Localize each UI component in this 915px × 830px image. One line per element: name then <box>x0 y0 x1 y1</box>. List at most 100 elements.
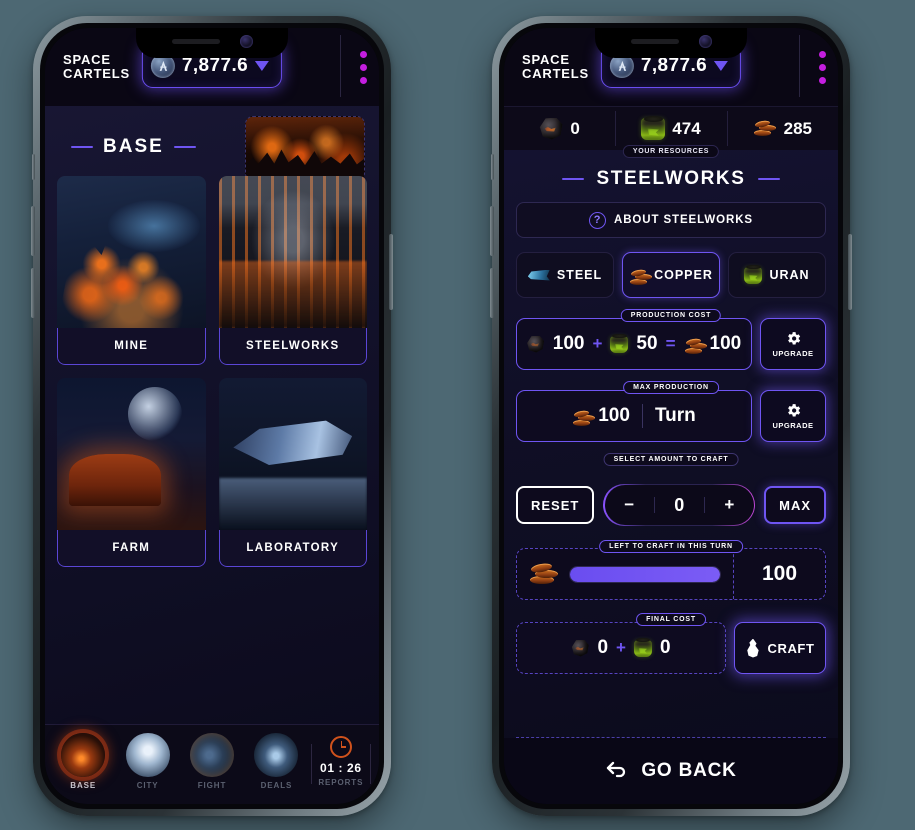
tab-copper[interactable]: COPPER <box>622 252 720 298</box>
tab-uran[interactable]: URAN <box>728 252 826 298</box>
reset-button[interactable]: RESET <box>516 486 595 524</box>
tab-steel[interactable]: STEEL <box>516 252 614 298</box>
fight-orb-icon <box>190 733 235 777</box>
app-logo: SPACE CARTELS <box>63 53 130 80</box>
final-cost-box: 0 + 0 <box>516 622 726 674</box>
cost-uranium-amount: 50 <box>636 333 658 354</box>
resource-ore[interactable]: 0 <box>504 107 615 150</box>
volume-up-button[interactable] <box>490 206 494 256</box>
nav-item-fight[interactable]: FIGHT <box>180 733 244 790</box>
tab-label: STEEL <box>556 268 603 282</box>
turn-timer: 01 : 26 <box>320 761 362 775</box>
left-to-craft-value: 100 <box>733 549 825 599</box>
screenshot-canvas: SPACE CARTELS 7,877.6 BASE MINE STEELWOR… <box>0 0 915 830</box>
building-card-steelworks[interactable]: STEELWORKS <box>218 176 367 365</box>
decrement-button[interactable]: − <box>605 495 654 515</box>
kebab-dot <box>819 50 826 58</box>
building-card-farm[interactable]: FARM <box>57 378 206 567</box>
volume-up-button[interactable] <box>31 206 35 256</box>
volume-down-button[interactable] <box>31 268 35 318</box>
phone-base-screen: SPACE CARTELS 7,877.6 BASE MINE STEELWOR… <box>31 16 393 816</box>
power-button[interactable] <box>848 234 852 310</box>
your-resources-label: YOUR RESOURCES <box>622 145 720 158</box>
screen-base: SPACE CARTELS 7,877.6 BASE MINE STEELWOR… <box>45 28 379 804</box>
base-title-text: BASE <box>103 136 164 157</box>
stepper-inner: − 0 + <box>604 485 754 525</box>
base-hero-thumbnail[interactable] <box>245 116 365 181</box>
caret-down-icon[interactable] <box>255 61 270 71</box>
copper-coins-icon <box>529 561 559 587</box>
plus-sign: + <box>592 334 603 353</box>
max-button[interactable]: MAX <box>764 486 826 524</box>
building-grid: MINE STEELWORKS FARM LABORATORY <box>57 176 367 567</box>
currency-value: 7,877.6 <box>640 55 708 76</box>
gear-icon <box>787 404 800 417</box>
uranium-barrel-icon <box>610 333 629 353</box>
nav-item-reports[interactable]: 01 : 26 REPORTS <box>309 736 373 787</box>
increment-button[interactable]: + <box>705 495 754 515</box>
steel-ingot-icon <box>527 269 550 281</box>
city-orb-icon <box>125 733 170 777</box>
question-mark-icon: ? <box>589 211 606 229</box>
upgrade-production-cost-button[interactable]: UPGRADE <box>760 318 826 370</box>
craft-button[interactable]: CRAFT <box>734 622 826 674</box>
steelworks-artwork <box>218 176 367 328</box>
nav-label: DEALS <box>260 781 293 790</box>
mute-switch[interactable] <box>491 154 494 180</box>
quantity-stepper: − 0 + <box>603 484 756 526</box>
select-amount-tag: SELECT AMOUNT TO CRAFT <box>603 453 739 466</box>
ore-icon <box>527 335 545 353</box>
page-title: STEELWORKS <box>516 168 826 190</box>
resource-value: 474 <box>672 118 701 138</box>
building-card-mine[interactable]: MINE <box>57 176 206 365</box>
kebab-dot <box>360 63 367 71</box>
base-orb-icon <box>61 733 106 777</box>
nav-label: CITY <box>136 781 159 790</box>
resource-tabs: STEEL COPPER URAN <box>516 252 826 298</box>
go-back-button[interactable]: GO BACK <box>504 738 838 804</box>
about-steelworks-button[interactable]: ? ABOUT STEELWORKS <box>516 202 826 238</box>
cost-output-amount: 100 <box>709 333 742 354</box>
power-button[interactable] <box>389 234 393 310</box>
copper-coins-icon <box>684 336 707 354</box>
front-camera-icon <box>698 35 712 48</box>
resource-copper[interactable]: 285 <box>726 107 838 150</box>
kebab-menu-icon[interactable] <box>799 34 826 97</box>
kebab-menu-icon[interactable] <box>340 34 367 97</box>
building-card-laboratory[interactable]: LABORATORY <box>218 378 367 567</box>
app-logo: SPACE CARTELS <box>522 53 589 80</box>
craft-label: CRAFT <box>767 640 815 656</box>
nav-item-deals[interactable]: DEALS <box>244 733 308 790</box>
progress-bar <box>569 565 721 583</box>
max-production-per: Turn <box>654 405 696 426</box>
nav-item-base[interactable]: BASE <box>51 733 115 790</box>
nav-label: BASE <box>70 781 97 790</box>
building-card-label: STEELWORKS <box>218 328 367 365</box>
title-dash-right <box>173 146 196 148</box>
mute-switch[interactable] <box>32 154 35 180</box>
go-back-label: GO BACK <box>641 760 737 781</box>
laboratory-artwork <box>218 378 367 530</box>
volume-down-button[interactable] <box>490 268 494 318</box>
front-camera-icon <box>239 35 253 48</box>
left-to-craft-row: LEFT TO CRAFT IN THIS TURN 100 <box>516 540 826 600</box>
plus-sign: + <box>616 638 626 657</box>
caret-down-icon[interactable] <box>714 61 729 71</box>
logo-line-2: CARTELS <box>522 66 589 81</box>
upgrade-max-production-button[interactable]: UPGRADE <box>760 390 826 442</box>
steelworks-content: STEELWORKS ? ABOUT STEELWORKS STEEL COPP… <box>504 150 838 738</box>
deals-orb-icon <box>254 733 299 777</box>
building-card-label: MINE <box>57 328 206 365</box>
building-card-label: FARM <box>57 530 206 567</box>
resource-uranium[interactable]: 474 <box>615 107 726 150</box>
nav-item-city[interactable]: CITY <box>115 733 179 790</box>
amount-value[interactable]: 0 <box>655 495 704 516</box>
copper-coins-icon <box>629 267 653 285</box>
max-production-tag: MAX PRODUCTION <box>623 381 719 394</box>
logo-line-2: CARTELS <box>63 66 130 81</box>
kebab-dot <box>819 76 826 84</box>
production-cost-box: 100 + 50 = 100 <box>516 318 752 370</box>
final-ore-amount: 0 <box>597 637 609 658</box>
kebab-dot <box>819 63 826 71</box>
logo-line-1: SPACE <box>63 52 111 68</box>
